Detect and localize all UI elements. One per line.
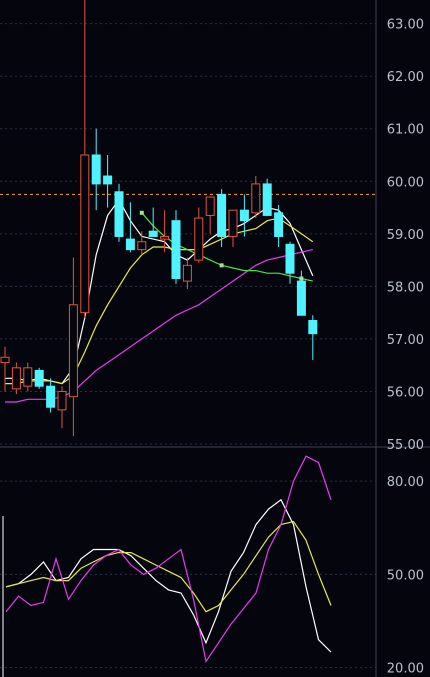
candle-body [171, 220, 181, 279]
candle-body [137, 241, 147, 251]
price-tick-label: 59.00 [387, 228, 424, 243]
candle-body [125, 238, 135, 251]
candle-body [80, 154, 90, 314]
candle-body [34, 369, 44, 387]
candle-body [205, 196, 215, 216]
candlestick [262, 178, 272, 216]
price-tick-label: 56.00 [387, 385, 424, 400]
line-marker [139, 210, 144, 215]
candle-body [182, 264, 192, 282]
candlestick [34, 367, 44, 389]
candle-body [194, 217, 204, 261]
candle-body [148, 230, 158, 237]
candlestick [114, 183, 124, 242]
candle-body [68, 304, 78, 398]
price-tick-label: 60.00 [387, 175, 424, 190]
candlestick [171, 210, 181, 284]
candle-body [0, 356, 10, 364]
candle-body [296, 280, 306, 316]
candle-body [251, 183, 261, 214]
price-axis-ticks: 63.00 62.00 61.00 60.00 59.00 58.00 57.00 56.00… [387, 18, 424, 453]
candle-body [285, 243, 295, 274]
price-tick-label: 61.00 [387, 123, 424, 138]
candle-body [114, 191, 124, 237]
indicator-tick-label: 50.00 [387, 568, 424, 583]
candle-body [103, 175, 113, 185]
candle-body [91, 154, 101, 185]
indicator-tick-label: 80.00 [387, 475, 424, 490]
price-tick-label: 62.00 [387, 70, 424, 85]
stock-chart: 63.00 62.00 61.00 60.00 59.00 58.00 57.00 56.00… [0, 0, 430, 677]
candle-body [57, 390, 67, 411]
candle-body [239, 209, 249, 222]
price-tick-label: 57.00 [387, 333, 424, 348]
candle-body [228, 209, 238, 237]
price-tick-label: 58.00 [387, 280, 424, 295]
price-tick-label: 63.00 [387, 18, 424, 33]
candle-body [160, 235, 170, 240]
price-tick-label: 55.00 [387, 438, 424, 453]
line-marker [219, 263, 224, 268]
candle-body [274, 212, 284, 237]
candle-body [23, 367, 33, 387]
candle-body [262, 183, 272, 216]
candle-body [217, 193, 227, 237]
candle-body [308, 320, 318, 335]
indicator-tick-label: 20.00 [387, 662, 424, 677]
candle-body [11, 367, 21, 390]
candle-body [46, 385, 56, 408]
